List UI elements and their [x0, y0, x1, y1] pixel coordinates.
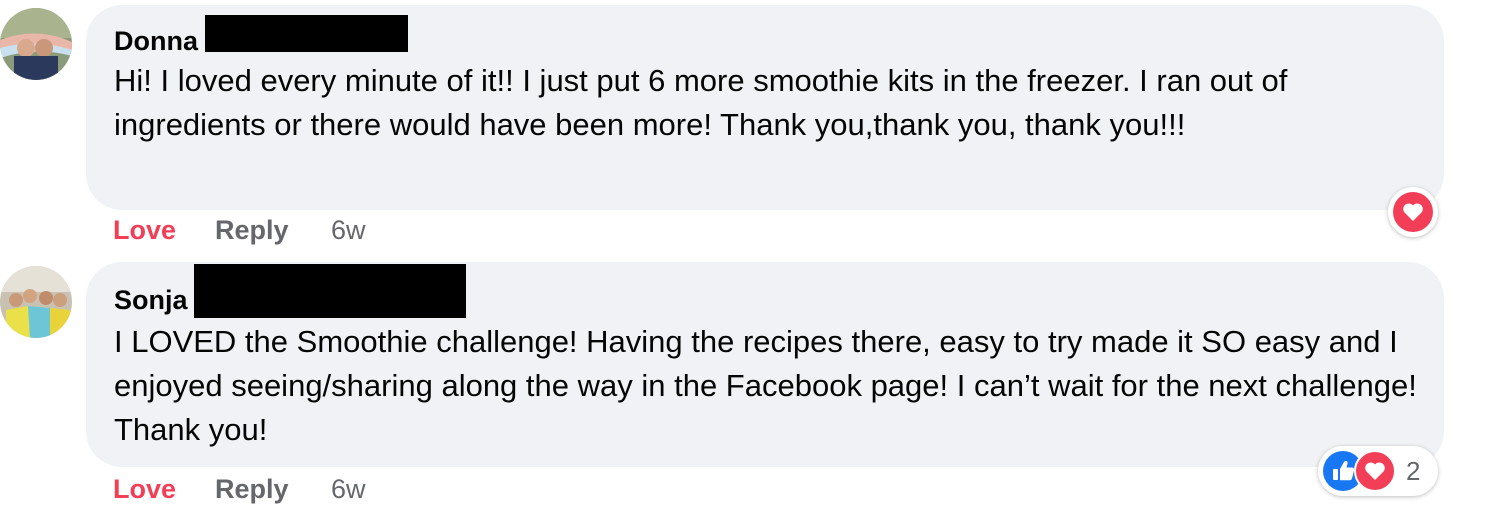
reaction-count: 2 — [1406, 456, 1421, 486]
comment-author[interactable]: Sonja — [114, 284, 188, 316]
avatar[interactable] — [0, 8, 72, 80]
heart-reaction-icon — [1354, 450, 1396, 492]
comment-bubble: Sonja I LOVED the Smoothie challenge! Ha… — [86, 262, 1444, 467]
comment-author[interactable]: Donna — [114, 25, 198, 57]
timestamp[interactable]: 6w — [331, 473, 366, 505]
love-reaction-button[interactable]: Love — [113, 473, 176, 505]
timestamp[interactable]: 6w — [331, 214, 366, 246]
redaction-bar — [194, 264, 466, 318]
avatar[interactable] — [0, 266, 72, 338]
reply-button[interactable]: Reply — [215, 473, 289, 505]
comment-text: I LOVED the Smoothie challenge! Having t… — [114, 324, 1417, 447]
reaction-summary[interactable] — [1388, 187, 1438, 237]
love-reaction-button[interactable]: Love — [113, 214, 176, 246]
redaction-bar — [205, 15, 408, 52]
heart-reaction-icon — [1393, 192, 1433, 232]
comment-text: Hi! I loved every minute of it!! I just … — [114, 63, 1288, 142]
comment-bubble: Donna Hi! I loved every minute of it!! I… — [86, 5, 1444, 210]
reply-button[interactable]: Reply — [215, 214, 289, 246]
reaction-summary[interactable]: 2 — [1318, 446, 1438, 496]
